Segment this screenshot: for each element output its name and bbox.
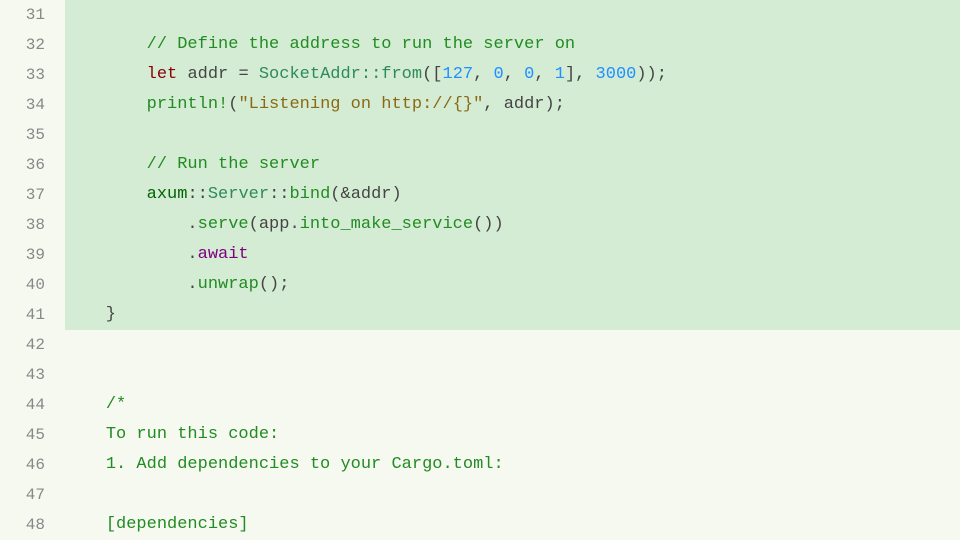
code-line-41: } xyxy=(65,300,960,330)
line-46: 46 xyxy=(0,450,55,480)
line-31: 31 xyxy=(0,0,55,30)
line-33: 33 xyxy=(0,60,55,90)
line-45: 45 xyxy=(0,420,55,450)
line-numbers: 31 32 33 34 35 36 37 38 39 40 41 42 43 4… xyxy=(0,0,55,540)
code-line-35 xyxy=(65,120,960,150)
code-line-46: 1. Add dependencies to your Cargo.toml: xyxy=(65,450,960,480)
line-36: 36 xyxy=(0,150,55,180)
code-line-39: .await xyxy=(65,240,960,270)
line-40: 40 xyxy=(0,270,55,300)
line-37: 37 xyxy=(0,180,55,210)
line-35: 35 xyxy=(0,120,55,150)
line-47: 47 xyxy=(0,480,55,510)
code-line-43 xyxy=(65,360,960,390)
code-line-40: .unwrap(); xyxy=(65,270,960,300)
code-line-34: println!("Listening on http://{}", addr)… xyxy=(65,90,960,120)
code-line-36: // Run the server xyxy=(65,150,960,180)
line-32: 32 xyxy=(0,30,55,60)
code-line-45: To run this code: xyxy=(65,420,960,450)
line-38: 38 xyxy=(0,210,55,240)
line-39: 39 xyxy=(0,240,55,270)
code-line-44: /* xyxy=(65,390,960,420)
line-34: 34 xyxy=(0,90,55,120)
line-42: 42 xyxy=(0,330,55,360)
code-editor: 31 32 33 34 35 36 37 38 39 40 41 42 43 4… xyxy=(0,0,960,540)
line-41: 41 xyxy=(0,300,55,330)
code-line-32: // Define the address to run the server … xyxy=(65,30,960,60)
code-line-42 xyxy=(65,330,960,360)
code-line-31 xyxy=(65,0,960,30)
code-line-47 xyxy=(65,480,960,510)
code-line-38: .serve(app.into_make_service()) xyxy=(65,210,960,240)
code-line-33: let addr = SocketAddr::from([127, 0, 0, … xyxy=(65,60,960,90)
line-48: 48 xyxy=(0,510,55,540)
line-44: 44 xyxy=(0,390,55,420)
code-body: // Define the address to run the server … xyxy=(55,0,960,540)
line-43: 43 xyxy=(0,360,55,390)
code-line-37: axum::Server::bind(&addr) xyxy=(65,180,960,210)
code-line-48: [dependencies] xyxy=(65,510,960,540)
